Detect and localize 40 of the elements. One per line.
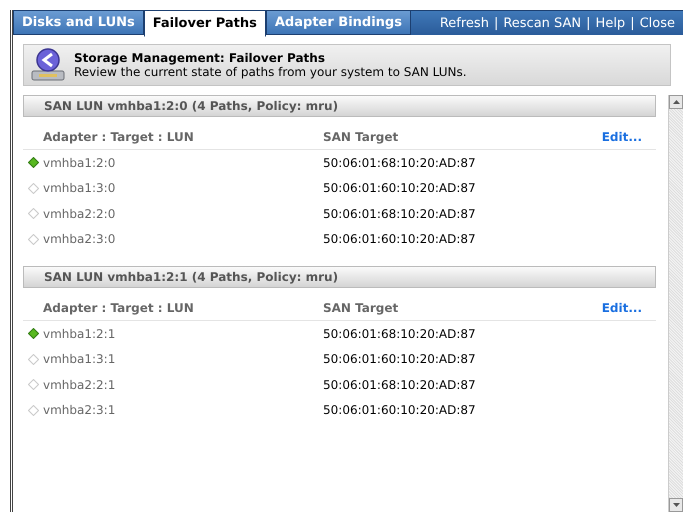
target-cell-text: 50:06:01:60:10:20:AD:87 bbox=[323, 403, 477, 418]
lun-title-bar: SAN LUN vmhba1:2:1 (4 Paths, Policy: mru) bbox=[23, 266, 656, 288]
action-link[interactable]: Help bbox=[596, 16, 626, 30]
target-cell-text: 50:06:01:60:10:20:AD:87 bbox=[323, 352, 477, 366]
target-cell-text: 50:06:01:68:10:20:AD:87 bbox=[323, 326, 477, 341]
lun-title-bar: SAN LUN vmhba1:2:0 (4 Paths, Policy: mru) bbox=[23, 95, 656, 117]
target-cell-text: 50:06:01:60:10:20:AD:87 bbox=[323, 232, 477, 246]
target-cell-text: 50:06:01:60:10:20:AD:87 bbox=[323, 181, 477, 196]
adapter-cell-text: vmhba2:2:1 bbox=[43, 378, 116, 392]
edit-link[interactable]: Edit... bbox=[602, 130, 656, 144]
scroll-down-icon[interactable] bbox=[672, 503, 680, 507]
scroll-up-icon[interactable] bbox=[672, 100, 680, 104]
adapter-cell-text: vmhba2:3:0 bbox=[43, 232, 116, 246]
tab[interactable]: Disks and LUNs bbox=[13, 11, 144, 35]
edit-link[interactable]: Edit... bbox=[602, 301, 656, 315]
column-header: SAN Target bbox=[323, 130, 400, 144]
adapter-cell-text: vmhba1:3:1 bbox=[43, 352, 116, 366]
tab[interactable]: Failover Paths bbox=[144, 11, 266, 37]
page-subtitle: Review the current state of paths from your system to SAN LUNs. bbox=[74, 65, 467, 79]
action-link[interactable]: Refresh bbox=[440, 16, 489, 30]
adapter-cell-text: vmhba2:3:1 bbox=[43, 403, 116, 418]
column-header: SAN Target bbox=[323, 301, 400, 315]
action-link[interactable]: Close bbox=[640, 16, 675, 30]
adapter-cell-text: vmhba1:2:0 bbox=[43, 156, 116, 170]
separator: | bbox=[630, 16, 635, 30]
tab[interactable]: Adapter Bindings bbox=[266, 11, 411, 35]
storage-icon bbox=[30, 48, 66, 82]
target-cell-text: 50:06:01:68:10:20:AD:87 bbox=[323, 378, 477, 392]
adapter-cell-text: vmhba1:2:1 bbox=[43, 326, 116, 341]
column-header: Adapter : Target : LUN bbox=[43, 301, 195, 315]
action-link[interactable]: Rescan SAN bbox=[503, 16, 582, 30]
adapter-cell-text: vmhba1:3:0 bbox=[43, 181, 116, 196]
column-header: Adapter : Target : LUN bbox=[43, 130, 195, 144]
separator: | bbox=[494, 16, 498, 30]
page-title: Storage Management: Failover Paths bbox=[74, 51, 326, 65]
separator: | bbox=[586, 16, 591, 30]
scrollbar[interactable] bbox=[668, 95, 683, 512]
adapter-cell-text: vmhba2:2:0 bbox=[43, 206, 116, 221]
target-cell-text: 50:06:01:68:10:20:AD:87 bbox=[323, 206, 477, 221]
target-cell-text: 50:06:01:68:10:20:AD:87 bbox=[323, 156, 477, 170]
